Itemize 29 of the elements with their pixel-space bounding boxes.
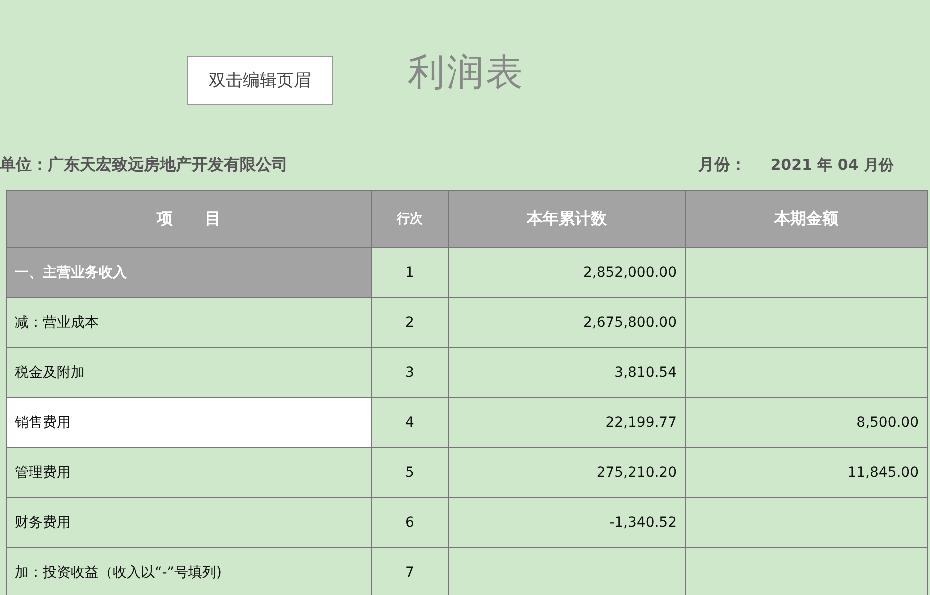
column-header: 本年累计数 bbox=[448, 190, 686, 248]
edit-header-button[interactable]: 双击编辑页眉 bbox=[187, 56, 333, 105]
ytd-cell: 3,810.54 bbox=[448, 348, 686, 398]
ytd-cell: -1,340.52 bbox=[448, 498, 686, 548]
month-label: 月份： bbox=[698, 154, 747, 176]
line-cell: 6 bbox=[372, 498, 448, 548]
ytd-cell: 275,210.20 bbox=[448, 448, 686, 498]
column-header: 行次 bbox=[372, 190, 448, 248]
line-cell: 2 bbox=[372, 298, 448, 348]
period-cell: 8,500.00 bbox=[686, 398, 928, 448]
period-cell: 11,845.00 bbox=[686, 448, 928, 498]
item-cell: 一、主营业务收入 bbox=[6, 248, 372, 298]
column-header: 本期金额 bbox=[686, 190, 928, 248]
column-header: 项 目 bbox=[6, 190, 372, 248]
item-cell: 减：营业成本 bbox=[6, 298, 372, 348]
line-cell: 4 bbox=[372, 398, 448, 448]
item-cell: 销售费用 bbox=[6, 398, 372, 448]
line-cell: 1 bbox=[372, 248, 448, 298]
line-cell: 5 bbox=[372, 448, 448, 498]
item-cell: 财务费用 bbox=[6, 498, 372, 548]
ytd-cell: 22,199.77 bbox=[448, 398, 686, 448]
line-cell: 3 bbox=[372, 348, 448, 398]
unit-label: 单位：广东天宏致远房地产开发有限公司 bbox=[0, 154, 288, 176]
item-cell: 管理费用 bbox=[6, 448, 372, 498]
item-cell: 加：投资收益（收入以“-”号填列) bbox=[6, 548, 372, 595]
report-title: 利润表 bbox=[408, 50, 525, 96]
month-value: 2021 年 04 月份 bbox=[770, 156, 894, 174]
ytd-cell: 2,675,800.00 bbox=[448, 298, 686, 348]
ytd-cell: 2,852,000.00 bbox=[448, 248, 686, 298]
